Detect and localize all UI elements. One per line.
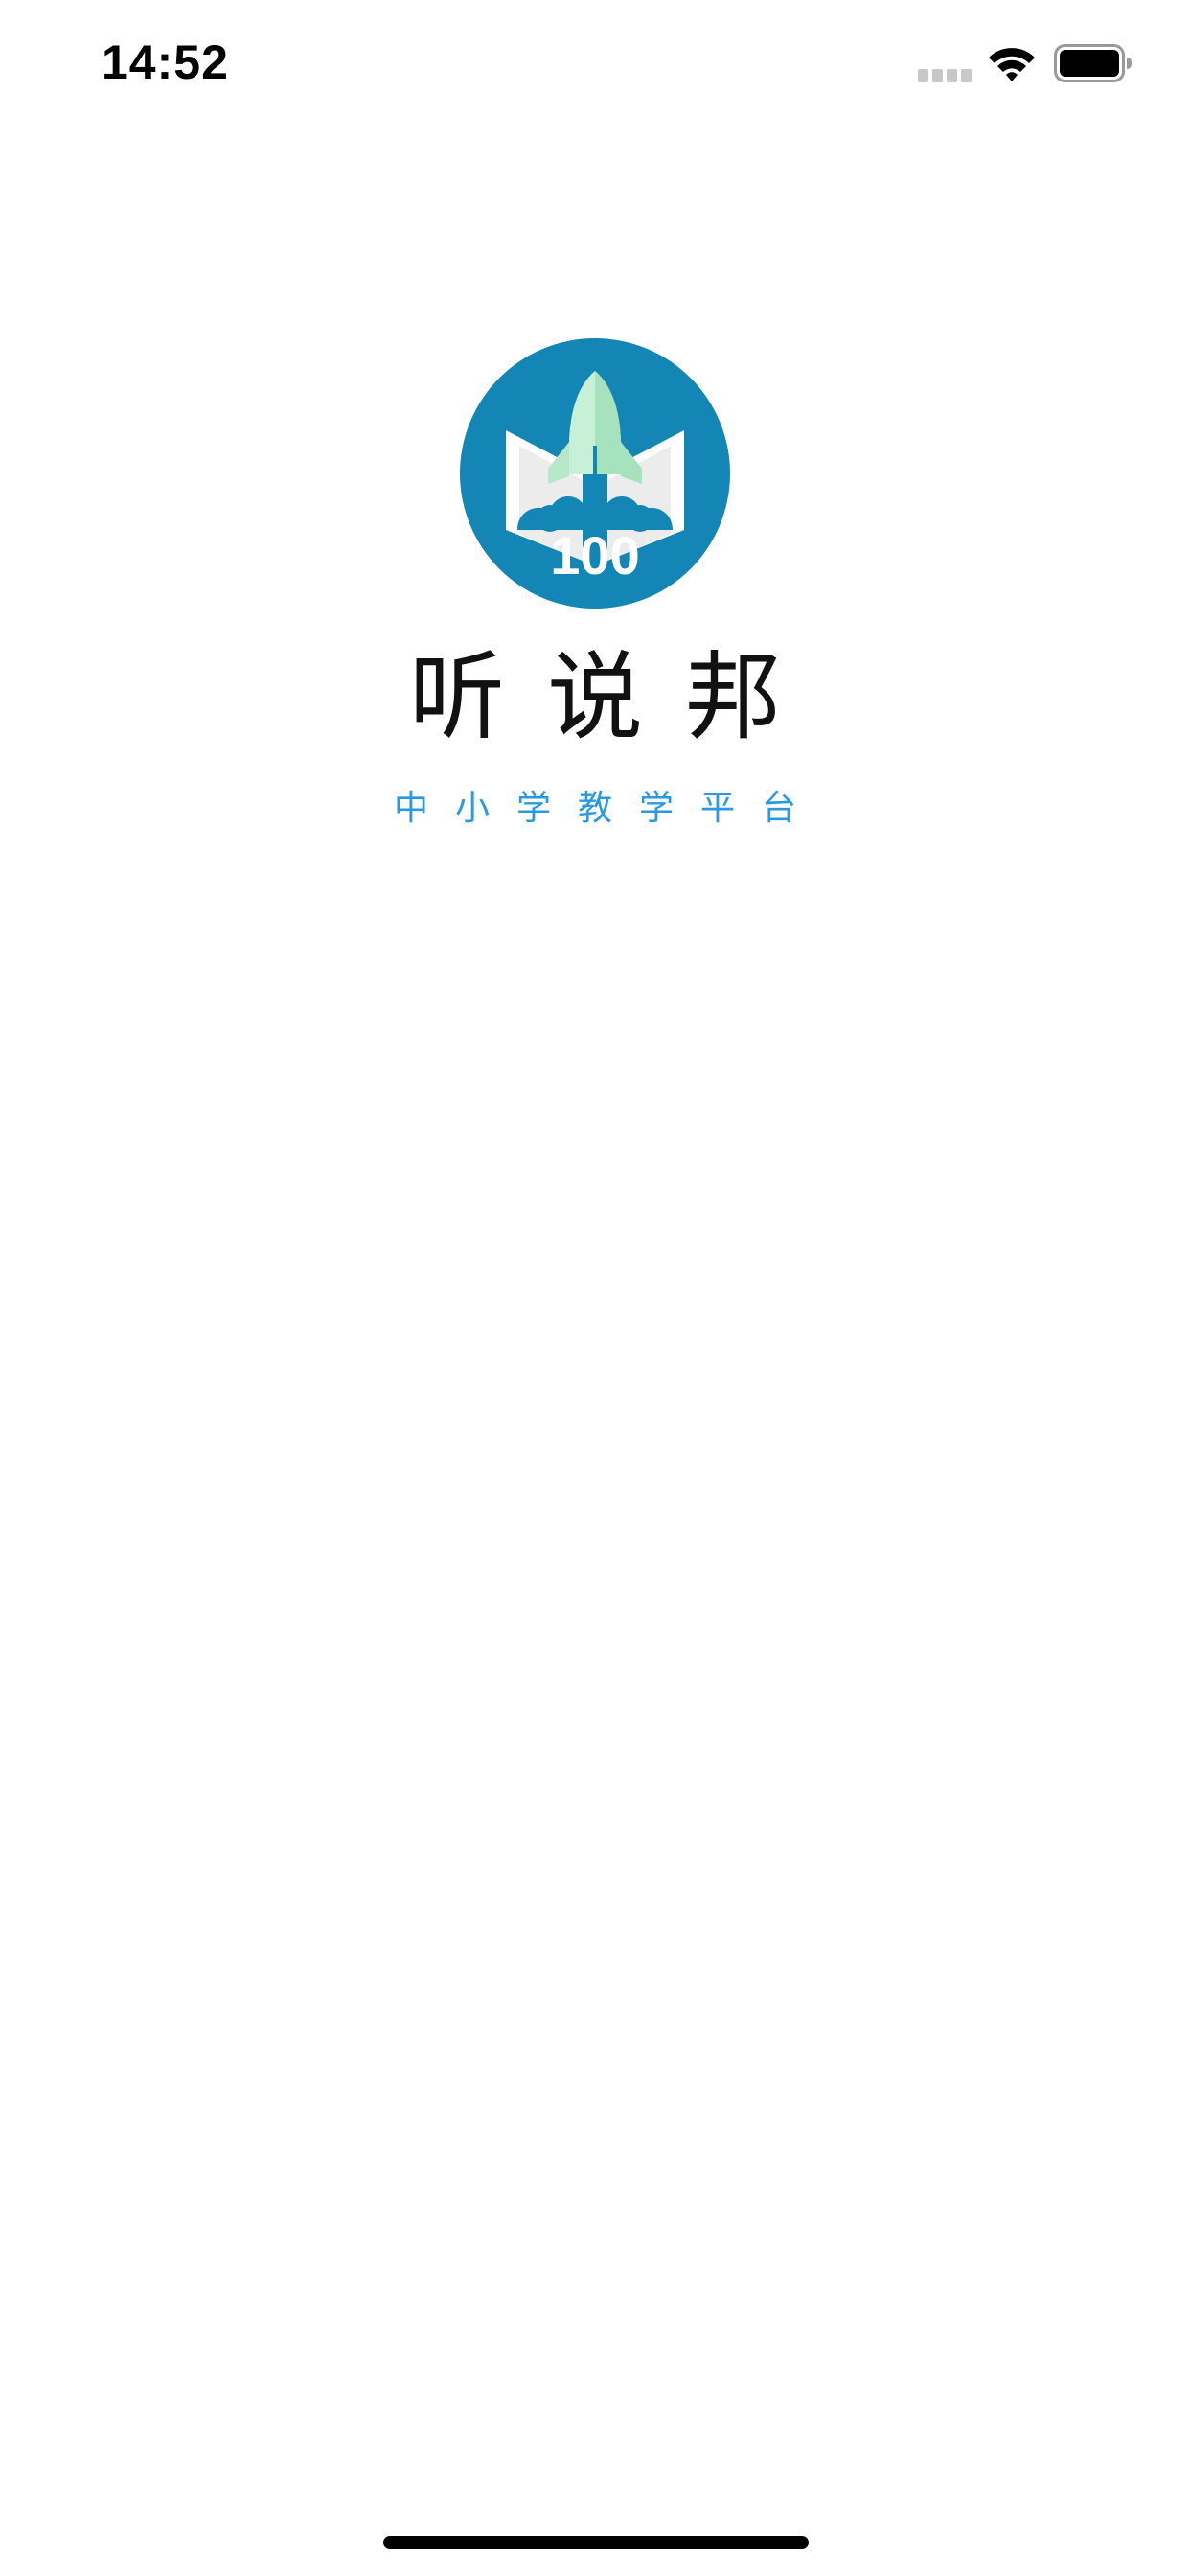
logo-badge-text: 100 [550,525,639,586]
home-indicator[interactable] [383,2536,809,2549]
app-slogan: 中小学教学平台 [393,789,823,828]
battery-icon [1054,44,1132,82]
app-logo: 100 [460,338,730,609]
status-time: 14:52 [102,35,229,89]
cellular-signal-icon [918,69,972,82]
wifi-icon [989,48,1035,81]
status-bar: 14:52 [0,0,1190,126]
app-name: 听说邦 [409,641,823,753]
